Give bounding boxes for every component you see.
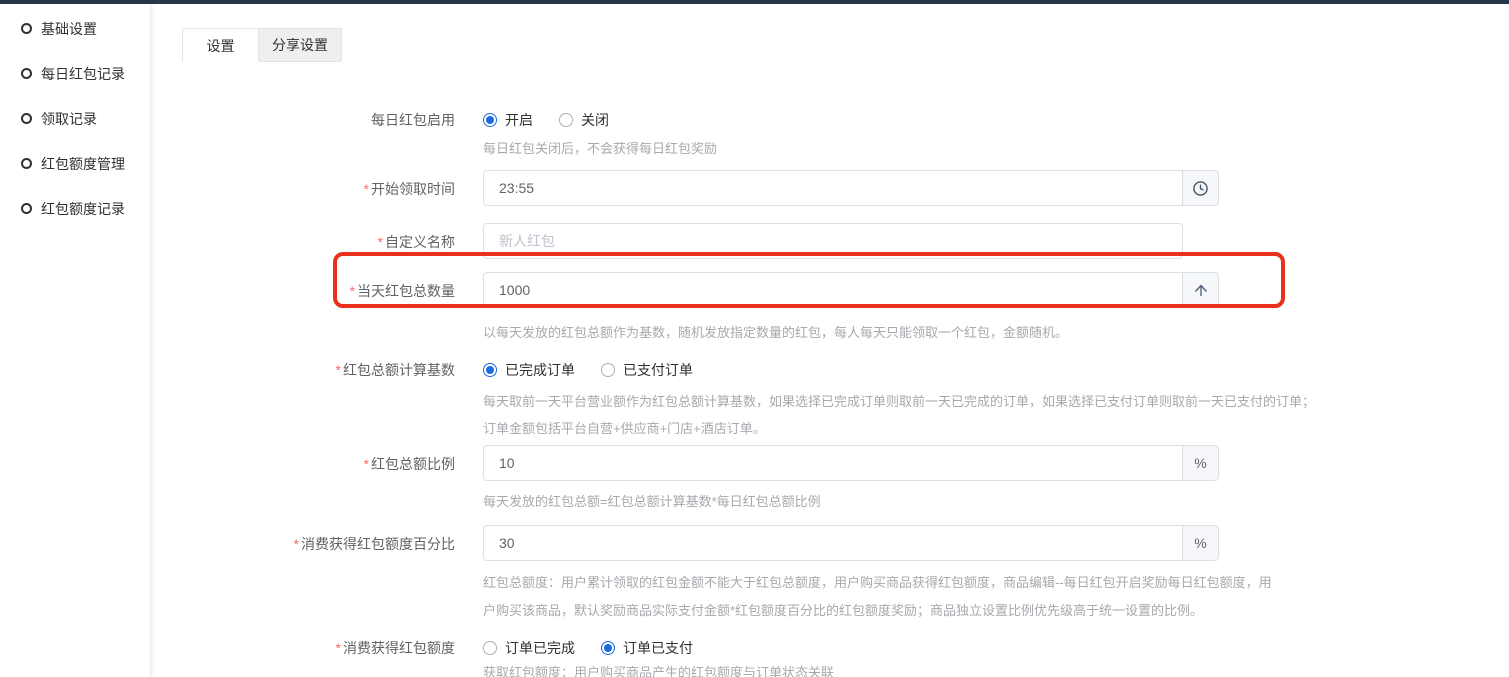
radio-unselected-icon bbox=[483, 641, 497, 655]
circle-icon bbox=[21, 203, 32, 214]
sidebar-item-basic-settings[interactable]: 基础设置 bbox=[0, 15, 150, 42]
sidebar-item-label: 基础设置 bbox=[41, 19, 97, 39]
field-label: *消费获得红包额度 bbox=[182, 636, 483, 677]
radio-paid-orders[interactable]: 已支付订单 bbox=[601, 360, 693, 380]
form-row-start-time: *开始领取时间 bbox=[182, 170, 1509, 206]
sidebar-item-quota-records[interactable]: 红包额度记录 bbox=[0, 195, 150, 222]
sidebar: 基础设置 每日红包记录 领取记录 红包额度管理 红包额度记录 bbox=[0, 4, 151, 677]
main-content: 设置 分享设置 每日红包启用 开启 关闭 bbox=[151, 4, 1509, 677]
percent-unit-button[interactable]: % bbox=[1183, 525, 1219, 561]
form-row-consume-quota: *消费获得红包额度 订单已完成 订单已支付 获取红包额度：用户购买商品产生的红包… bbox=[182, 636, 1509, 677]
field-label: *红包总额比例 bbox=[182, 445, 483, 511]
time-picker-button[interactable] bbox=[1183, 170, 1219, 206]
arrow-up-icon bbox=[1192, 281, 1210, 299]
sidebar-item-label: 红包额度记录 bbox=[41, 199, 125, 219]
field-help-text: 获取红包额度：用户购买商品产生的红包额度与订单状态关联 bbox=[483, 664, 1509, 677]
radio-order-paid[interactable]: 订单已支付 bbox=[601, 638, 693, 658]
number-step-up-button[interactable] bbox=[1183, 272, 1219, 308]
radio-unselected-icon bbox=[559, 113, 573, 127]
field-help-text: 以每天发放的红包总额作为基数，随机发放指定数量的红包，每人每天只能领取一个红包，… bbox=[483, 324, 1509, 342]
radio-completed-orders[interactable]: 已完成订单 bbox=[483, 360, 575, 380]
radio-enable-off[interactable]: 关闭 bbox=[559, 110, 609, 130]
sidebar-item-label: 每日红包记录 bbox=[41, 64, 125, 84]
consume-percent-input[interactable] bbox=[483, 525, 1183, 561]
field-label: *自定义名称 bbox=[182, 223, 483, 259]
settings-form: 每日红包启用 开启 关闭 每日红包关闭后，不会获得每日红包奖励 bbox=[182, 108, 1509, 677]
sidebar-item-daily-redpacket-records[interactable]: 每日红包记录 bbox=[0, 60, 150, 87]
custom-name-input[interactable] bbox=[483, 223, 1183, 259]
sidebar-item-claim-records[interactable]: 领取记录 bbox=[0, 105, 150, 132]
total-ratio-input[interactable] bbox=[483, 445, 1183, 481]
percent-label: % bbox=[1194, 455, 1206, 471]
tab-share-settings[interactable]: 分享设置 bbox=[259, 28, 342, 62]
tab-settings[interactable]: 设置 bbox=[182, 28, 259, 62]
sidebar-item-label: 红包额度管理 bbox=[41, 154, 125, 174]
radio-enable-on[interactable]: 开启 bbox=[483, 110, 533, 130]
sidebar-item-quota-management[interactable]: 红包额度管理 bbox=[0, 150, 150, 177]
field-label: *当天红包总数量 bbox=[182, 272, 483, 342]
form-row-consume-percent: *消费获得红包额度百分比 % 红包总额度：用户累计领取的红包金额不能大于红包总额… bbox=[182, 525, 1509, 625]
field-label: 每日红包启用 bbox=[182, 108, 483, 158]
form-row-calc-base: *红包总额计算基数 已完成订单 已支付订单 每天取前一天平台营业额作为红 bbox=[182, 358, 1509, 442]
field-help-text: 红包总额度：用户累计领取的红包金额不能大于红包总额度，用户购买商品获得红包额度，… bbox=[483, 569, 1509, 625]
form-row-daily-count: *当天红包总数量 以每天发放的红包总额作为基数，随机发放指定数量的红包，每人每天… bbox=[182, 272, 1509, 342]
percent-label: % bbox=[1194, 535, 1206, 551]
circle-icon bbox=[21, 158, 32, 169]
field-label: *消费获得红包额度百分比 bbox=[182, 525, 483, 625]
radio-order-completed[interactable]: 订单已完成 bbox=[483, 638, 575, 658]
field-help-text: 每天取前一天平台营业额作为红包总额计算基数，如果选择已完成订单则取前一天已完成的… bbox=[483, 388, 1509, 442]
daily-count-input[interactable] bbox=[483, 272, 1183, 308]
radio-selected-icon bbox=[483, 363, 497, 377]
field-help-text: 每日红包关闭后，不会获得每日红包奖励 bbox=[483, 140, 1509, 158]
radio-selected-icon bbox=[601, 641, 615, 655]
sidebar-item-label: 领取记录 bbox=[41, 109, 97, 129]
radio-unselected-icon bbox=[601, 363, 615, 377]
field-label: *开始领取时间 bbox=[182, 170, 483, 206]
form-row-custom-name: *自定义名称 bbox=[182, 223, 1509, 259]
field-help-text: 每天发放的红包总额=红包总额计算基数*每日红包总额比例 bbox=[483, 493, 1509, 511]
circle-icon bbox=[21, 113, 32, 124]
percent-unit-button[interactable]: % bbox=[1183, 445, 1219, 481]
form-row-daily-enable: 每日红包启用 开启 关闭 每日红包关闭后，不会获得每日红包奖励 bbox=[182, 108, 1509, 158]
field-label: *红包总额计算基数 bbox=[182, 358, 483, 442]
start-time-input[interactable] bbox=[483, 170, 1183, 206]
tab-bar: 设置 分享设置 bbox=[182, 28, 1509, 62]
circle-icon bbox=[21, 23, 32, 34]
form-row-total-ratio: *红包总额比例 % 每天发放的红包总额=红包总额计算基数*每日红包总额比例 bbox=[182, 445, 1509, 511]
circle-icon bbox=[21, 68, 32, 79]
radio-selected-icon bbox=[483, 113, 497, 127]
clock-icon bbox=[1192, 180, 1209, 197]
